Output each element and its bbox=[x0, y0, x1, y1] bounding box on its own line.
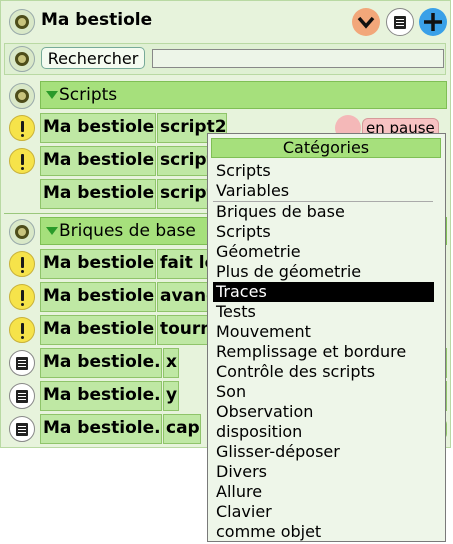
collapse-button[interactable] bbox=[352, 8, 380, 36]
variable-icon[interactable] bbox=[9, 416, 35, 442]
menu-item[interactable]: comme objet bbox=[215, 522, 432, 542]
bricks-section-icon[interactable] bbox=[9, 219, 35, 245]
list-icon bbox=[16, 357, 28, 370]
variable-row-name[interactable]: y bbox=[163, 381, 179, 411]
menu-item-selected[interactable]: Traces bbox=[213, 282, 434, 302]
script-row-owner[interactable]: Ma bestiole bbox=[40, 113, 156, 143]
chevron-down-icon bbox=[357, 16, 375, 29]
bricks-section-title: Briques de base bbox=[59, 221, 196, 241]
search-button[interactable]: Rechercher bbox=[41, 47, 145, 69]
list-icon bbox=[16, 423, 28, 436]
brick-row-owner[interactable]: Ma bestiole bbox=[40, 315, 156, 345]
brick-row-name[interactable]: tourn bbox=[157, 315, 209, 345]
menu-item[interactable]: Plus de géometrie bbox=[215, 262, 432, 282]
brick-row-name[interactable]: avanc bbox=[157, 282, 209, 312]
search-icon[interactable] bbox=[9, 46, 35, 72]
script-row-owner[interactable]: Ma bestiole bbox=[40, 146, 156, 176]
menu-title: Catégories bbox=[211, 138, 441, 158]
variable-row-name[interactable]: x bbox=[163, 348, 179, 378]
scripts-section-icon[interactable] bbox=[9, 83, 35, 109]
menu-item[interactable]: Observation bbox=[215, 402, 432, 422]
menu-item[interactable]: disposition bbox=[215, 422, 432, 442]
variable-icon[interactable] bbox=[9, 383, 35, 409]
list-icon bbox=[16, 390, 28, 403]
script-row-owner[interactable]: Ma bestiole bbox=[40, 179, 156, 209]
plus-icon bbox=[424, 13, 442, 31]
menu-item[interactable]: Contrôle des scripts bbox=[215, 362, 432, 382]
warning-icon bbox=[9, 317, 35, 343]
brick-row-owner[interactable]: Ma bestiole bbox=[40, 249, 156, 279]
menu-item[interactable]: Scripts bbox=[215, 222, 432, 242]
scripts-section-title: Scripts bbox=[59, 85, 118, 105]
object-icon[interactable] bbox=[9, 9, 35, 35]
warning-icon bbox=[9, 148, 35, 174]
brick-row-owner[interactable]: Ma bestiole bbox=[40, 282, 156, 312]
menu-item[interactable]: Glisser-déposer bbox=[215, 442, 432, 462]
menu-item[interactable]: Briques de base bbox=[215, 202, 432, 222]
menu-item[interactable]: Mouvement bbox=[215, 322, 432, 342]
menu-item[interactable]: Tests bbox=[215, 302, 432, 322]
menu-item[interactable]: Son bbox=[215, 382, 432, 402]
scripts-section-header[interactable]: Scripts bbox=[40, 81, 447, 109]
categories-menu: Catégories Scripts Variables Briques de … bbox=[207, 133, 446, 542]
menu-item[interactable]: Remplissage et bordure bbox=[215, 342, 432, 362]
warning-icon bbox=[9, 284, 35, 310]
menu-item[interactable]: Variables bbox=[215, 181, 432, 201]
variable-row-owner[interactable]: Ma bestiole. bbox=[40, 348, 162, 378]
list-icon bbox=[394, 16, 406, 29]
menu-item[interactable]: Clavier bbox=[215, 502, 432, 522]
menu-item[interactable]: Scripts bbox=[215, 161, 432, 181]
variable-row-owner[interactable]: Ma bestiole. bbox=[40, 381, 162, 411]
triangle-down-icon bbox=[46, 91, 58, 99]
menu-item[interactable]: Allure bbox=[215, 482, 432, 502]
warning-icon bbox=[9, 115, 35, 141]
menu-button[interactable] bbox=[386, 8, 414, 36]
brick-row-name[interactable]: fait le bbox=[157, 249, 209, 279]
variable-icon[interactable] bbox=[9, 350, 35, 376]
menu-item[interactable]: Divers bbox=[215, 462, 432, 482]
variable-row-name[interactable]: cap bbox=[163, 414, 201, 444]
script-row-name[interactable]: script bbox=[157, 146, 209, 176]
object-title: Ma bestiole bbox=[41, 10, 153, 30]
warning-icon bbox=[9, 251, 35, 277]
variable-row-owner[interactable]: Ma bestiole. bbox=[40, 414, 162, 444]
add-button[interactable] bbox=[419, 8, 447, 36]
triangle-down-icon bbox=[46, 227, 58, 235]
menu-item[interactable]: Géometrie bbox=[215, 242, 432, 262]
search-input[interactable] bbox=[152, 49, 444, 68]
script-row-name[interactable]: script bbox=[157, 179, 209, 209]
